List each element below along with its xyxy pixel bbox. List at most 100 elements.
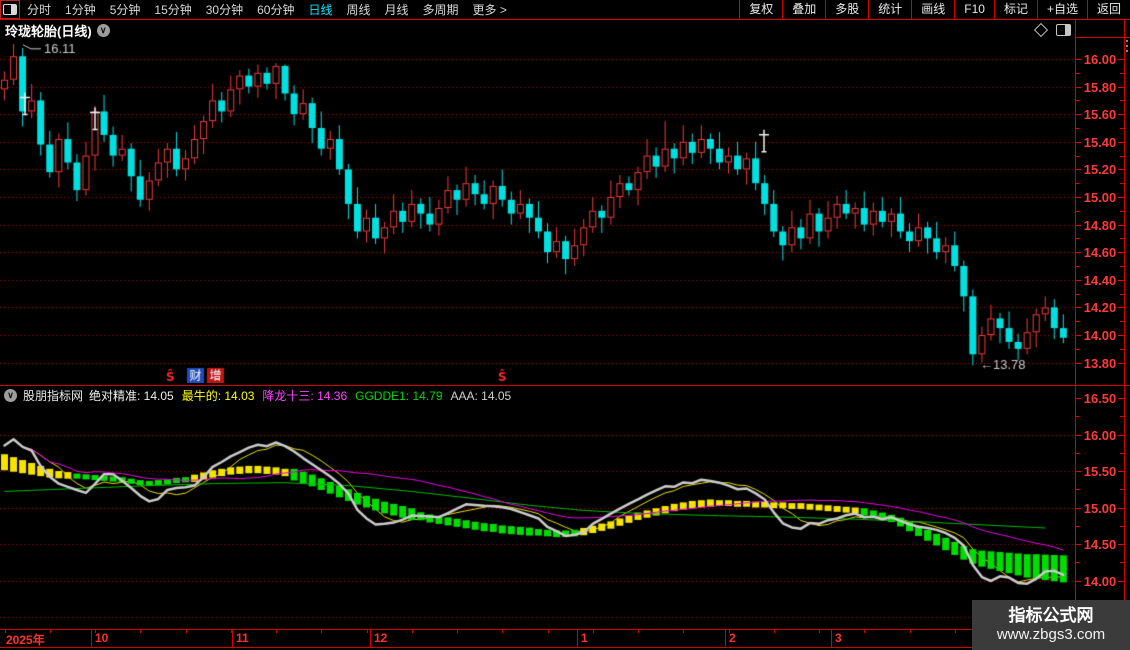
week-tick: [5, 629, 6, 633]
axis-tick: [1120, 489, 1124, 491]
axis-tick: [1120, 155, 1124, 157]
week-tick: [457, 629, 458, 633]
axis-tick: [1075, 321, 1079, 323]
month-label-10: 10: [95, 631, 109, 645]
week-tick: [231, 629, 232, 633]
indicator-axis-label: 15.50: [1083, 464, 1117, 479]
menu-item-更多 >[interactable]: 更多 >: [466, 1, 514, 19]
indicator-value-AAA: AAA: 14.05: [450, 389, 512, 403]
tools-menu: 复权 叠加 多股 统计 画线 F10 标记 +自选 返回: [739, 0, 1130, 19]
month-label-12: 12: [374, 631, 388, 645]
main-axis-label: 16.00: [1083, 52, 1117, 67]
date-row-top-line: [0, 629, 1130, 630]
menu-item-多股[interactable]: 多股: [825, 0, 868, 19]
axis-tick: [1075, 183, 1079, 185]
main-axis-label: 15.40: [1083, 134, 1117, 150]
month-label-11: 11: [236, 631, 249, 645]
indicator-header: ∨ 股朋指标网 绝对精准: 14.05 最牛的: 14.03 降龙十三: 14.36…: [0, 387, 519, 404]
main-axis-label: 14.60: [1083, 245, 1117, 261]
month-separator: [232, 629, 233, 647]
indicator-axis-label: 14.50: [1083, 537, 1117, 552]
splitter-handle-dots[interactable]: [1126, 40, 1128, 55]
week-tick: [502, 629, 503, 633]
menu-item-月线[interactable]: 月线: [378, 1, 416, 19]
menu-item-画线[interactable]: 画线: [911, 0, 954, 19]
week-tick: [276, 629, 277, 633]
axis-tick: [1075, 562, 1079, 564]
window-layout-button[interactable]: [0, 0, 20, 19]
period-menu: 分时 1分钟 5分钟 15分钟 30分钟 60分钟 日线 周线 月线 多周期 更多 >: [20, 0, 514, 19]
week-tick: [819, 629, 820, 633]
indicator-values: 绝对精准: 14.05 最牛的: 14.03 降龙十三: 14.36 GGDDE1: …: [89, 387, 519, 404]
indicator-value-降龙十三: 降龙十三: 14.36: [262, 389, 348, 403]
week-tick: [774, 629, 775, 633]
week-tick: [593, 629, 594, 633]
menu-item-分时[interactable]: 分时: [20, 1, 58, 19]
week-tick: [186, 629, 187, 633]
axis-tick: [1120, 452, 1124, 454]
axis-tick: [1075, 348, 1079, 350]
main-axis-label: 13.80: [1083, 355, 1117, 371]
main-axis-label: 14.80: [1083, 217, 1117, 233]
menu-item-复权[interactable]: 复权: [739, 0, 782, 19]
date-axis-row: 2025年 10 11 12 1 2 3: [0, 629, 1130, 648]
axis-tick: [1120, 183, 1124, 185]
axis-tick: [1075, 128, 1079, 129]
axis-tick: [1075, 293, 1079, 295]
panel-separator-line: [0, 385, 1130, 386]
main-candlestick-chart[interactable]: [0, 38, 1075, 383]
week-tick: [729, 629, 730, 633]
axis-right-border: [1124, 19, 1125, 650]
menu-item-30分钟[interactable]: 30分钟: [199, 1, 250, 19]
indicator-value-绝对精准: 绝对精准: 14.05: [89, 389, 174, 403]
month-separator: [831, 629, 832, 647]
week-tick: [955, 629, 956, 633]
axis-tick: [1075, 266, 1079, 267]
main-axis-label: 14.00: [1083, 328, 1117, 343]
week-tick: [321, 629, 322, 633]
menu-item-5分钟[interactable]: 5分钟: [103, 1, 148, 19]
menu-item-标记[interactable]: 标记: [993, 0, 1037, 19]
menu-item-返回[interactable]: 返回: [1086, 0, 1130, 19]
indicator-chevron-icon[interactable]: ∨: [4, 389, 17, 402]
menu-item-日线[interactable]: 日线: [301, 1, 339, 19]
menu-item-15分钟[interactable]: 15分钟: [147, 1, 198, 19]
week-tick: [50, 629, 51, 633]
indicator-axis-label: 15.00: [1083, 500, 1117, 516]
axis-tick: [1075, 100, 1079, 102]
menu-item-叠加[interactable]: 叠加: [782, 0, 825, 19]
axis-tick: [1075, 416, 1079, 418]
week-tick: [140, 629, 141, 633]
menu-item-多周期[interactable]: 多周期: [416, 1, 466, 19]
axis-tick: [1120, 562, 1124, 564]
axis-tick: [1120, 100, 1124, 102]
main-axis-label: 14.20: [1083, 300, 1117, 316]
month-label-1: 1: [581, 631, 588, 645]
month-separator: [370, 629, 371, 647]
month-separator: [577, 629, 578, 647]
main-axis-label: 15.80: [1083, 79, 1117, 95]
chevron-down-icon[interactable]: ∨: [96, 24, 110, 37]
menu-item-统计[interactable]: 统计: [868, 0, 911, 19]
month-separator: [725, 629, 726, 647]
menu-item-周线[interactable]: 周线: [339, 1, 377, 19]
indicator-panel-chart[interactable]: [0, 405, 1075, 627]
week-tick: [683, 629, 684, 633]
month-separator: [91, 629, 92, 647]
week-tick: [548, 629, 549, 633]
indicator-value-GGDDE1: GGDDE1: 14.79: [355, 389, 443, 403]
axis-tick: [1120, 416, 1124, 418]
watermark-site-name: 指标公式网: [1008, 606, 1094, 625]
axis-tick: [1075, 210, 1079, 212]
menu-item-60分钟[interactable]: 60分钟: [250, 1, 301, 19]
menu-item-+自选[interactable]: +自选: [1036, 0, 1087, 19]
diamond-icon[interactable]: [1033, 22, 1049, 38]
month-label-2: 2: [729, 631, 736, 645]
month-label-3: 3: [835, 631, 842, 645]
indicator-axis-label: 16.00: [1083, 427, 1117, 443]
axis-tick: [1120, 266, 1124, 267]
menu-item-F10[interactable]: F10: [954, 0, 994, 19]
split-pane-icon[interactable]: [1056, 24, 1071, 36]
indicator-source-label: 股朋指标网: [23, 389, 84, 403]
menu-item-1分钟[interactable]: 1分钟: [58, 1, 103, 19]
